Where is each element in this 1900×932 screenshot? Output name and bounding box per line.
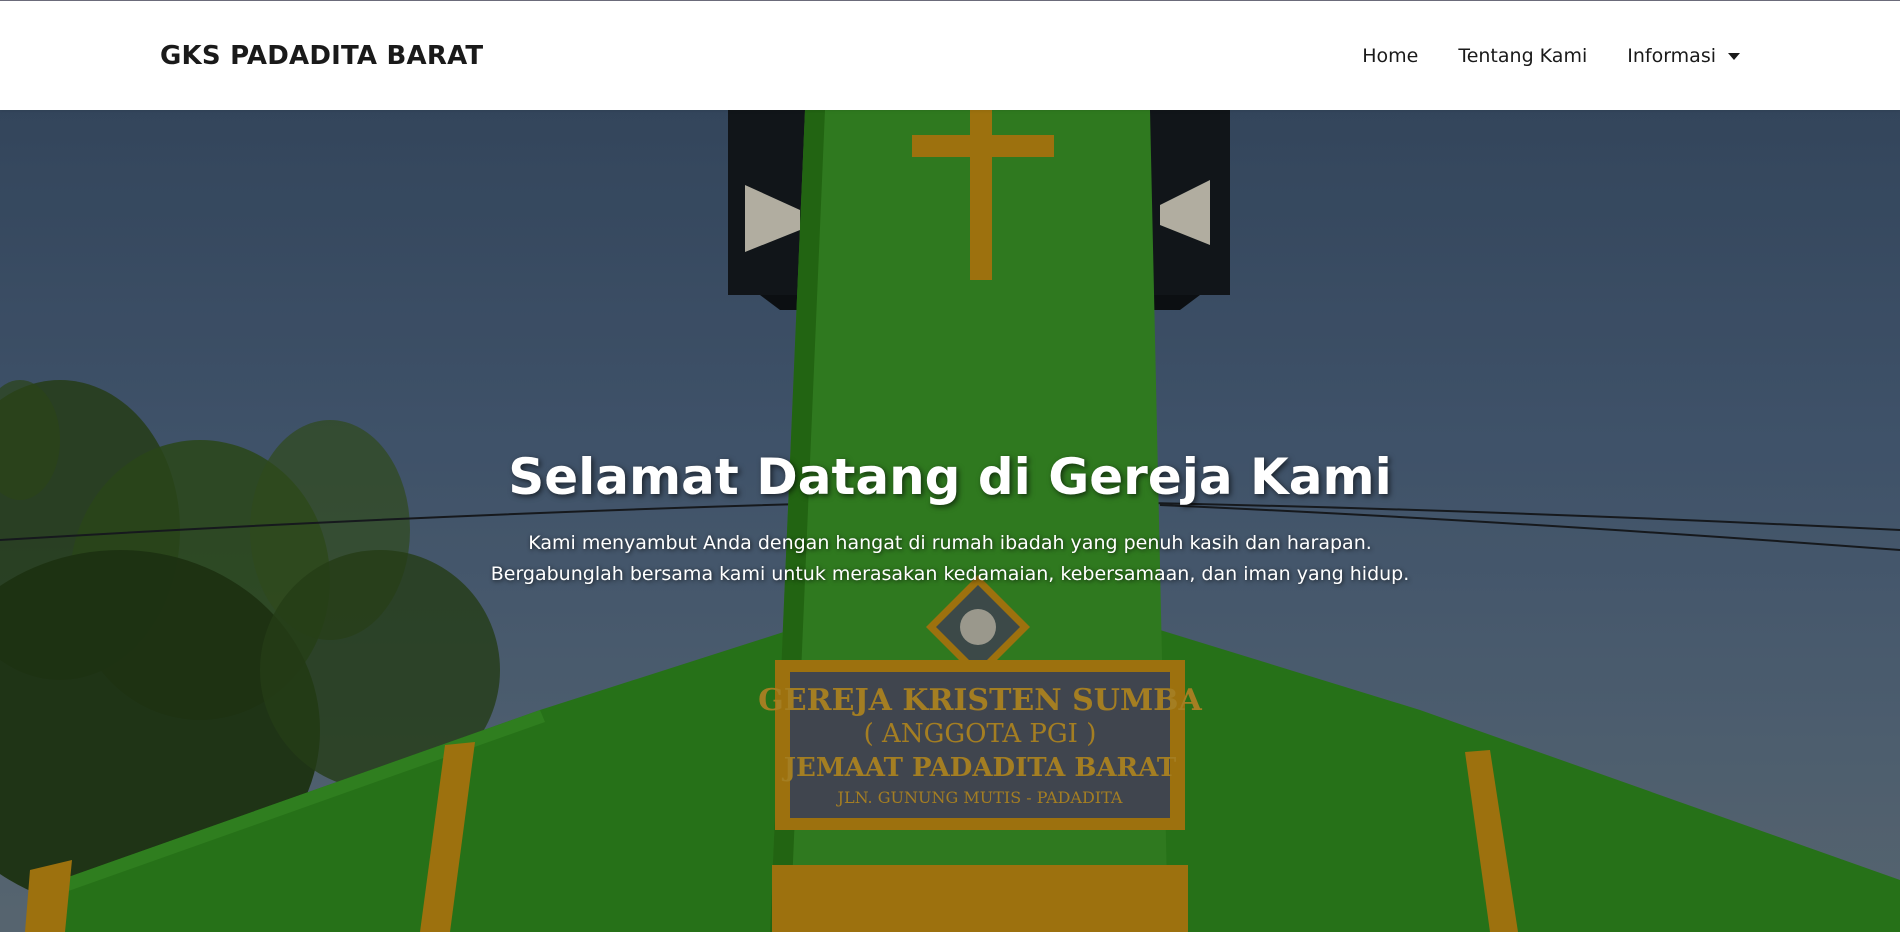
nav-dropdown-informasi[interactable]: Informasi	[1627, 45, 1740, 67]
brand-logo[interactable]: GKS PADADITA BARAT	[160, 41, 483, 71]
nav-link-tentang-kami-label: Tentang Kami	[1458, 45, 1588, 67]
hero-content: Selamat Datang di Gereja Kami Kami menya…	[0, 448, 1900, 590]
hero-title: Selamat Datang di Gereja Kami	[508, 448, 1392, 506]
nav-link-home-label: Home	[1362, 45, 1419, 67]
hero-section: GEREJA KRISTEN SUMBA ( ANGGOTA PGI ) JEM…	[0, 110, 1900, 932]
hero-description: Kami menyambut Anda dengan hangat di rum…	[490, 532, 1410, 585]
nav-link-tentang-kami[interactable]: Tentang Kami	[1458, 45, 1587, 67]
nav-menu: Home Tentang Kami Informasi	[1362, 45, 1740, 67]
navbar: GKS PADADITA BARAT Home Tentang Kami Inf…	[0, 0, 1900, 110]
nav-link-home[interactable]: Home	[1362, 45, 1418, 67]
caret-down-icon	[1728, 52, 1740, 60]
nav-dropdown-informasi-label: Informasi	[1627, 45, 1716, 67]
